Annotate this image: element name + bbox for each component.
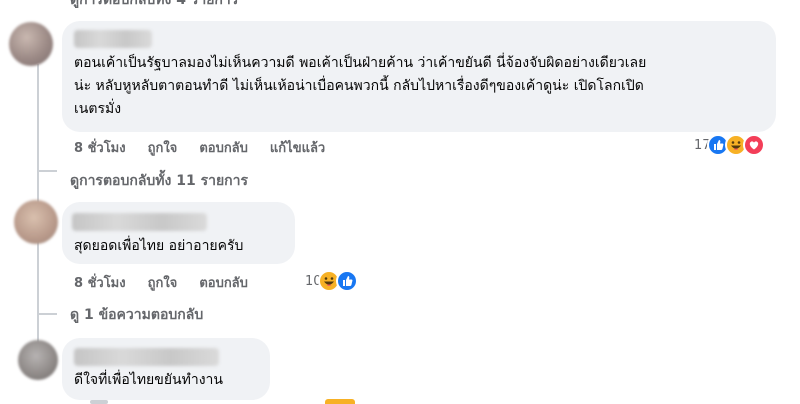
comment-text-line-3: เนตรมั่ง: [74, 101, 122, 117]
comment-bubble: สุดยอดเพื่อไทย อย่าอายครับ: [62, 202, 295, 264]
reply-button[interactable]: ตอบกลับ: [199, 272, 248, 293]
reaction-summary[interactable]: 17: [694, 134, 765, 156]
thread-branch: [37, 313, 57, 315]
timestamp-link[interactable]: 8 ชั่วโมง: [74, 272, 126, 293]
view-replies-link[interactable]: ดูการตอบกลับทั้ง 11 รายการ: [70, 170, 248, 192]
avatar[interactable]: [14, 200, 58, 244]
comment-text: สุดยอดเพื่อไทย อย่าอายครับ: [74, 238, 244, 254]
comment-bubble: ตอนเค้าเป็นรัฐบาลมองไม่เห็นความดี พอเค้า…: [62, 21, 776, 132]
thread-branch: [37, 170, 57, 172]
comment-actions: 8 ชั่วโมง ถูกใจ ตอบกลับ แก้ไขแล้ว: [74, 137, 325, 158]
reply-button[interactable]: ตอบกลับ: [199, 137, 248, 158]
like-button[interactable]: ถูกใจ: [148, 272, 178, 293]
view-replies-link-top[interactable]: ดูการตอบกลับทั้ง 4 รายการ: [70, 0, 238, 11]
view-replies-link[interactable]: ดู 1 ข้อความตอบกลับ: [70, 304, 203, 326]
commenter-name-redacted[interactable]: [74, 348, 219, 366]
avatar[interactable]: [18, 340, 58, 380]
commenter-name-redacted[interactable]: [74, 30, 152, 48]
commenter-name-redacted[interactable]: [72, 213, 207, 231]
edited-label[interactable]: แก้ไขแล้ว: [270, 137, 325, 158]
comment-text: ดีใจที่เพื่อไทยขยันทำงาน: [74, 372, 223, 388]
cut-off-reactions: [325, 399, 355, 404]
cut-off-actions: [90, 400, 108, 404]
love-icon: [742, 134, 765, 156]
reaction-summary[interactable]: 10: [305, 270, 358, 292]
like-button[interactable]: ถูกใจ: [148, 137, 178, 158]
timestamp-link[interactable]: 8 ชั่วโมง: [74, 137, 126, 158]
comment-text-line-2: น่ะ หลับหูหลับตาตอนทำดี ไม่เห็นเห้อน่าเบ…: [74, 78, 644, 94]
avatar[interactable]: [9, 22, 53, 66]
comment-actions: 8 ชั่วโมง ถูกใจ ตอบกลับ: [74, 272, 248, 293]
comment-text-line-1: ตอนเค้าเป็นรัฐบาลมองไม่เห็นความดี พอเค้า…: [74, 55, 647, 71]
comment-bubble: ดีใจที่เพื่อไทยขยันทำงาน: [62, 338, 270, 400]
like-icon: [335, 270, 358, 292]
